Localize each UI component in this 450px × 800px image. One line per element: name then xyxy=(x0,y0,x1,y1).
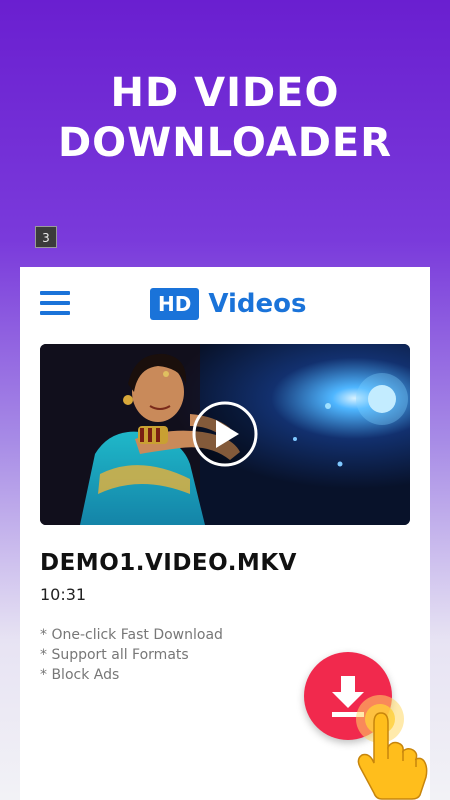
pointing-hand-icon xyxy=(348,695,430,800)
promo-screen: HD VIDEO DOWNLOADER 3 HD Videos DEMO1.VI… xyxy=(0,0,450,800)
feature-item: Support all Formats xyxy=(40,645,223,665)
video-title: DEMO1.VIDEO.MKV xyxy=(40,550,297,576)
feature-item: One-click Fast Download xyxy=(40,625,222,645)
logo-hd-badge: HD xyxy=(150,288,200,320)
logo-text: Videos xyxy=(208,289,307,319)
app-logo: HD Videos xyxy=(150,287,307,321)
headline-line-1: HD VIDEO xyxy=(110,70,340,116)
feature-list: One-click Fast Download Support all Form… xyxy=(40,625,223,685)
video-thumbnail[interactable] xyxy=(40,344,410,525)
feature-item: Block Ads xyxy=(40,665,223,685)
video-duration: 10:31 xyxy=(40,585,87,604)
app-card: HD Videos DEMO1.VIDEO.MKV 10:31 * One-cl… xyxy=(20,267,430,800)
promo-headline: HD VIDEO DOWNLOADER xyxy=(0,68,450,168)
headline-line-2: DOWNLOADER xyxy=(57,120,393,166)
hamburger-menu-icon[interactable] xyxy=(40,291,70,315)
notification-badge: 3 xyxy=(35,226,57,248)
